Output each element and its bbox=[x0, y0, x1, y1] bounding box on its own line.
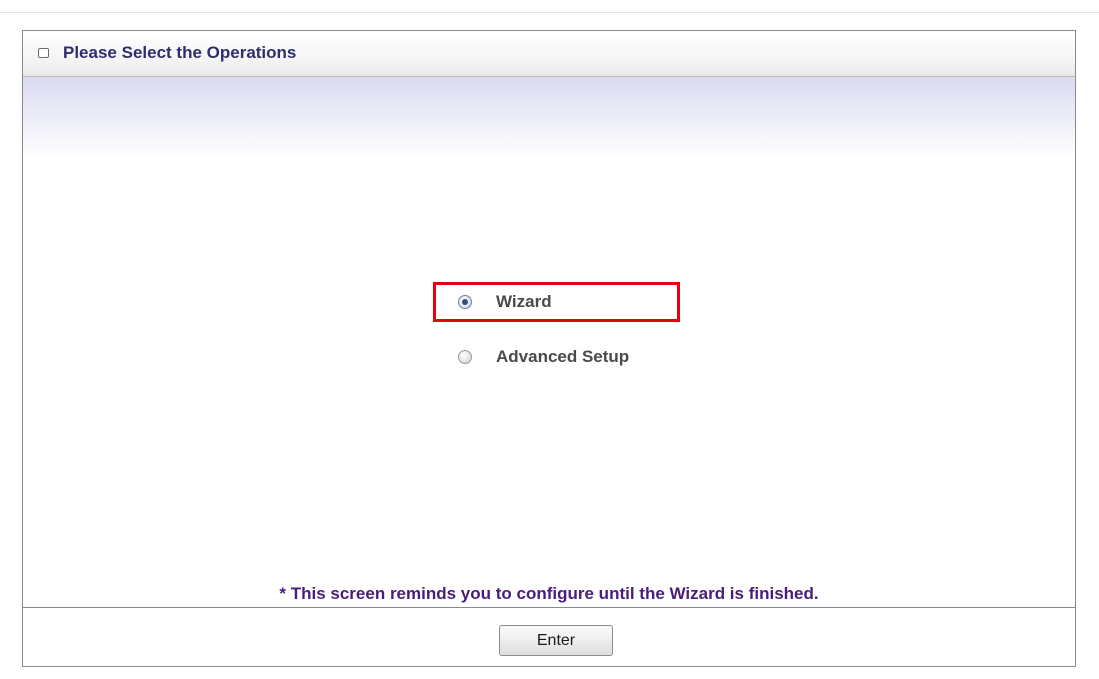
top-strip bbox=[0, 0, 1099, 13]
operation-options: Wizard Advanced Setup bbox=[23, 31, 1075, 666]
enter-button[interactable]: Enter bbox=[499, 625, 613, 656]
reminder-text: * This screen reminds you to configure u… bbox=[279, 584, 819, 603]
wizard-label[interactable]: Wizard bbox=[496, 292, 552, 312]
advanced-setup-label[interactable]: Advanced Setup bbox=[496, 347, 629, 367]
option-advanced-setup[interactable]: Advanced Setup bbox=[458, 344, 629, 370]
footer-divider bbox=[23, 607, 1075, 608]
option-wizard[interactable]: Wizard bbox=[458, 289, 552, 315]
page: Please Select the Operations Wizard Adva… bbox=[0, 0, 1099, 679]
wizard-radio[interactable] bbox=[458, 295, 472, 309]
advanced-setup-radio[interactable] bbox=[458, 350, 472, 364]
operations-panel: Please Select the Operations Wizard Adva… bbox=[22, 30, 1076, 667]
